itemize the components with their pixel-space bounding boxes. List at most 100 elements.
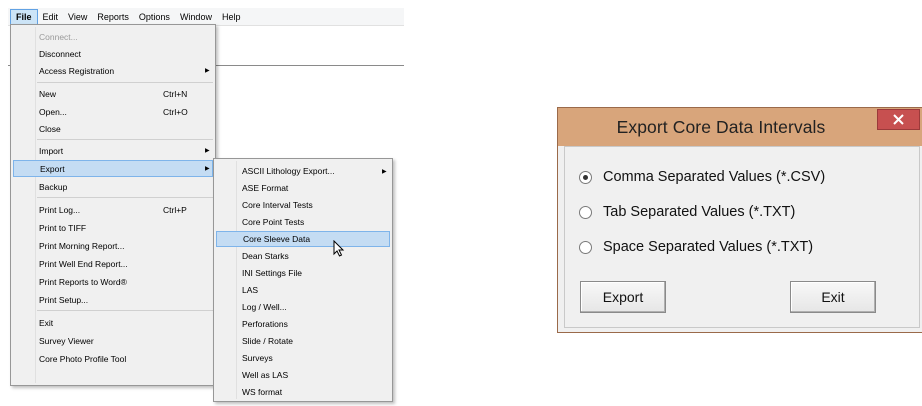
menu-item-import[interactable]: Import ▶ bbox=[13, 142, 213, 159]
menu-item-ase-format[interactable]: ASE Format bbox=[216, 180, 390, 196]
menu-item-label: Export bbox=[40, 163, 65, 174]
menu-item-label: Survey Viewer bbox=[39, 335, 94, 346]
menu-item-core-interval-tests[interactable]: Core Interval Tests bbox=[216, 197, 390, 213]
menu-item-label: Print to TIFF bbox=[39, 222, 87, 233]
menu-item-print-morning-report[interactable]: Print Morning Report... bbox=[13, 237, 213, 254]
menu-item-perforations[interactable]: Perforations bbox=[216, 316, 390, 332]
menu-item-close[interactable]: Close bbox=[13, 120, 213, 137]
menu-item-label: Open... bbox=[39, 106, 67, 117]
menu-item-label: Import bbox=[39, 145, 64, 156]
menu-item-ascii-lithology-export[interactable]: ASCII Lithology Export... ▶ bbox=[216, 163, 390, 179]
radio-csv[interactable] bbox=[579, 170, 592, 184]
option-space-label: Space Separated Values (*.TXT) bbox=[603, 239, 814, 255]
menu-item-ws-format[interactable]: WS format bbox=[216, 384, 390, 400]
option-csv-label: Comma Separated Values (*.CSV) bbox=[603, 169, 826, 185]
menu-item-new[interactable]: New Ctrl+N bbox=[13, 85, 213, 102]
menu-item-label: ASCII Lithology Export... bbox=[242, 166, 335, 177]
menu-item-surveys[interactable]: Surveys bbox=[216, 350, 390, 366]
menu-item-label: Access Registration bbox=[39, 65, 115, 76]
menu-item-core-point-tests[interactable]: Core Point Tests bbox=[216, 214, 390, 230]
menu-item-open[interactable]: Open... Ctrl+O bbox=[13, 103, 213, 120]
menu-separator bbox=[37, 310, 213, 311]
menu-item-slide-rotate[interactable]: Slide / Rotate bbox=[216, 333, 390, 349]
menu-window[interactable]: Window bbox=[175, 9, 217, 25]
menu-item-well-as-las[interactable]: Well as LAS bbox=[216, 367, 390, 383]
menu-item-label: Print Morning Report... bbox=[39, 240, 125, 251]
menu-item-print-to-tiff[interactable]: Print to TIFF bbox=[13, 219, 213, 236]
menu-item-label: Exit bbox=[39, 317, 54, 328]
menu-item-label: Core Photo Profile Tool bbox=[39, 353, 127, 364]
submenu-arrow-icon: ▶ bbox=[205, 166, 210, 172]
menu-item-core-photo-profile-tool[interactable]: Core Photo Profile Tool bbox=[13, 350, 213, 367]
menu-options[interactable]: Options bbox=[134, 9, 175, 25]
menu-item-label: ASE Format bbox=[242, 183, 289, 194]
menu-item-label: LAS bbox=[242, 285, 259, 296]
option-tab[interactable]: Tab Separated Values (*.TXT) bbox=[579, 204, 795, 220]
menu-item-survey-viewer[interactable]: Survey Viewer bbox=[13, 332, 213, 349]
submenu-arrow-icon: ▶ bbox=[382, 168, 387, 175]
option-csv[interactable]: Comma Separated Values (*.CSV) bbox=[579, 169, 825, 185]
menu-item-label: Disconnect bbox=[39, 48, 82, 59]
menu-item-label: Close bbox=[39, 123, 61, 134]
menu-item-label: Print Reports to Word® bbox=[39, 276, 127, 287]
menu-file[interactable]: File bbox=[10, 8, 38, 25]
menu-separator bbox=[37, 139, 213, 140]
menu-separator bbox=[37, 82, 213, 83]
menu-reports[interactable]: Reports bbox=[92, 9, 134, 25]
menu-item-label: Connect... bbox=[39, 31, 78, 42]
menu-item-access-registration[interactable]: Access Registration ▶ bbox=[13, 62, 213, 79]
menu-item-label: INI Settings File bbox=[242, 268, 302, 279]
export-submenu: ASCII Lithology Export... ▶ ASE Format Co… bbox=[213, 158, 393, 402]
shortcut-label: Ctrl+O bbox=[163, 106, 188, 117]
menu-item-core-sleeve-data[interactable]: Core Sleeve Data bbox=[216, 231, 390, 248]
menu-view[interactable]: View bbox=[63, 9, 92, 25]
menu-item-label: Core Sleeve Data bbox=[243, 234, 311, 245]
menu-item-connect: Connect... bbox=[13, 28, 213, 45]
mouse-pointer-icon bbox=[333, 240, 345, 257]
menu-item-las[interactable]: LAS bbox=[216, 282, 390, 298]
close-button[interactable] bbox=[877, 109, 920, 130]
option-tab-label: Tab Separated Values (*.TXT) bbox=[603, 204, 796, 220]
menu-item-label: Backup bbox=[39, 181, 68, 192]
menu-item-dean-starks[interactable]: Dean Starks bbox=[216, 248, 390, 264]
exit-button[interactable]: Exit bbox=[790, 281, 876, 313]
menu-item-print-well-end-report[interactable]: Print Well End Report... bbox=[13, 255, 213, 272]
menu-item-log-well[interactable]: Log / Well... bbox=[216, 299, 390, 315]
menu-item-label: Well as LAS bbox=[242, 370, 289, 381]
menu-item-label: Print Log... bbox=[39, 204, 81, 215]
menu-item-label: Print Well End Report... bbox=[39, 258, 128, 269]
menu-item-label: Log / Well... bbox=[242, 302, 287, 313]
submenu-arrow-icon: ▶ bbox=[205, 68, 210, 74]
dialog-title: Export Core Data Intervals bbox=[616, 116, 826, 137]
menu-help[interactable]: Help bbox=[217, 9, 246, 25]
export-dialog: Export Core Data Intervals Comma Separat… bbox=[557, 107, 922, 333]
app-client-area bbox=[224, 27, 404, 65]
menu-item-label: Surveys bbox=[242, 353, 273, 364]
menu-item-label: WS format bbox=[242, 387, 283, 398]
menu-item-label: Core Point Tests bbox=[242, 217, 305, 228]
menu-item-print-log[interactable]: Print Log... Ctrl+P bbox=[13, 201, 213, 218]
dialog-body: Comma Separated Values (*.CSV) Tab Separ… bbox=[564, 146, 920, 328]
menu-edit[interactable]: Edit bbox=[38, 9, 64, 25]
menu-item-exit[interactable]: Exit bbox=[13, 314, 213, 331]
close-icon bbox=[893, 114, 904, 125]
menu-separator bbox=[37, 197, 213, 198]
menu-item-label: Print Setup... bbox=[39, 294, 89, 305]
menu-item-print-reports-to-word[interactable]: Print Reports to Word® bbox=[13, 273, 213, 290]
dialog-titlebar[interactable]: Export Core Data Intervals bbox=[558, 108, 922, 146]
radio-space[interactable] bbox=[579, 240, 592, 254]
menu-item-label: Perforations bbox=[242, 319, 288, 330]
shortcut-label: Ctrl+P bbox=[163, 204, 187, 215]
submenu-arrow-icon: ▶ bbox=[205, 148, 210, 154]
shortcut-label: Ctrl+N bbox=[163, 88, 188, 99]
export-button[interactable]: Export bbox=[580, 281, 666, 313]
radio-tab[interactable] bbox=[579, 205, 592, 219]
menu-item-disconnect[interactable]: Disconnect bbox=[13, 45, 213, 62]
menu-item-label: Slide / Rotate bbox=[242, 336, 294, 347]
menu-item-export[interactable]: Export ▶ bbox=[13, 160, 213, 177]
option-space[interactable]: Space Separated Values (*.TXT) bbox=[579, 239, 813, 255]
menu-item-print-setup[interactable]: Print Setup... bbox=[13, 291, 213, 308]
menu-item-label: Dean Starks bbox=[242, 251, 289, 262]
menu-item-ini-settings-file[interactable]: INI Settings File bbox=[216, 265, 390, 281]
menu-item-backup[interactable]: Backup bbox=[13, 178, 213, 195]
